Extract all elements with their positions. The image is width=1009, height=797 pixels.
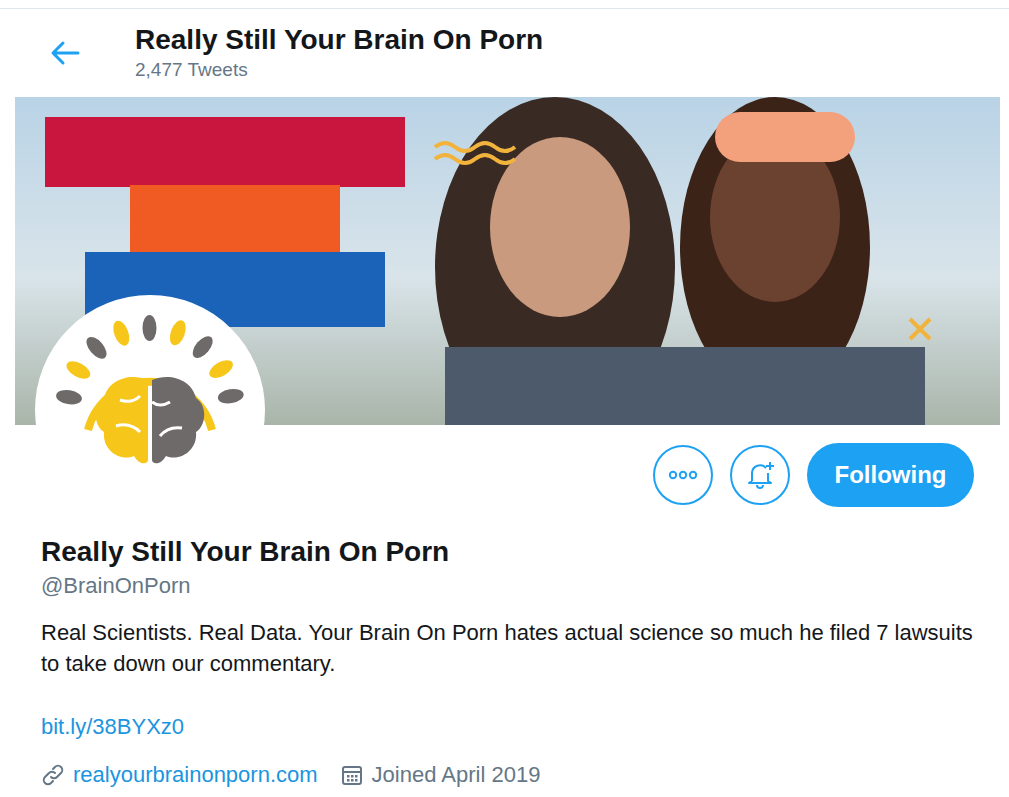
profile-info: Really Still Your Brain On Porn @BrainOnP…	[15, 535, 1000, 789]
follow-label: Following	[835, 461, 947, 489]
header-title: Really Still Your Brain On Porn	[135, 23, 543, 57]
bell-plus-icon	[744, 459, 776, 491]
tweet-count: 2,477 Tweets	[135, 57, 543, 83]
profile-meta: realyourbrainonporn.com Joined April 2019	[41, 761, 980, 789]
notify-button[interactable]	[730, 445, 790, 505]
user-handle: @BrainOnPorn	[41, 572, 980, 600]
avatar-image[interactable]	[35, 295, 265, 525]
follow-button[interactable]: Following	[807, 443, 974, 507]
joined-item: Joined April 2019	[340, 761, 541, 789]
profile-header: Really Still Your Brain On Porn2,477 Twe…	[15, 9, 1000, 97]
display-name: Really Still Your Brain On Porn	[41, 535, 980, 569]
website-item[interactable]: realyourbrainonporn.com	[41, 761, 318, 789]
header-text: Really Still Your Brain On Porn2,477 Twe…	[135, 23, 543, 83]
bio-link[interactable]: bit.ly/38BYXz0	[41, 713, 980, 741]
bio-text: Real Scientists. Real Data. Your Brain O…	[41, 617, 980, 679]
profile-top-row: Following	[15, 425, 1000, 525]
joined-date: Joined April 2019	[372, 761, 541, 789]
link-icon	[41, 763, 65, 787]
website-link[interactable]: realyourbrainonporn.com	[73, 761, 318, 789]
page-border	[0, 0, 1009, 9]
calendar-icon	[340, 763, 364, 787]
profile-column: Really Still Your Brain On Porn2,477 Twe…	[15, 9, 1000, 789]
more-dots-icon	[668, 470, 698, 480]
back-arrow-icon[interactable]	[50, 40, 80, 66]
brain-logo-icon	[50, 310, 250, 510]
more-button[interactable]	[653, 445, 713, 505]
profile-actions: Following	[653, 443, 974, 507]
